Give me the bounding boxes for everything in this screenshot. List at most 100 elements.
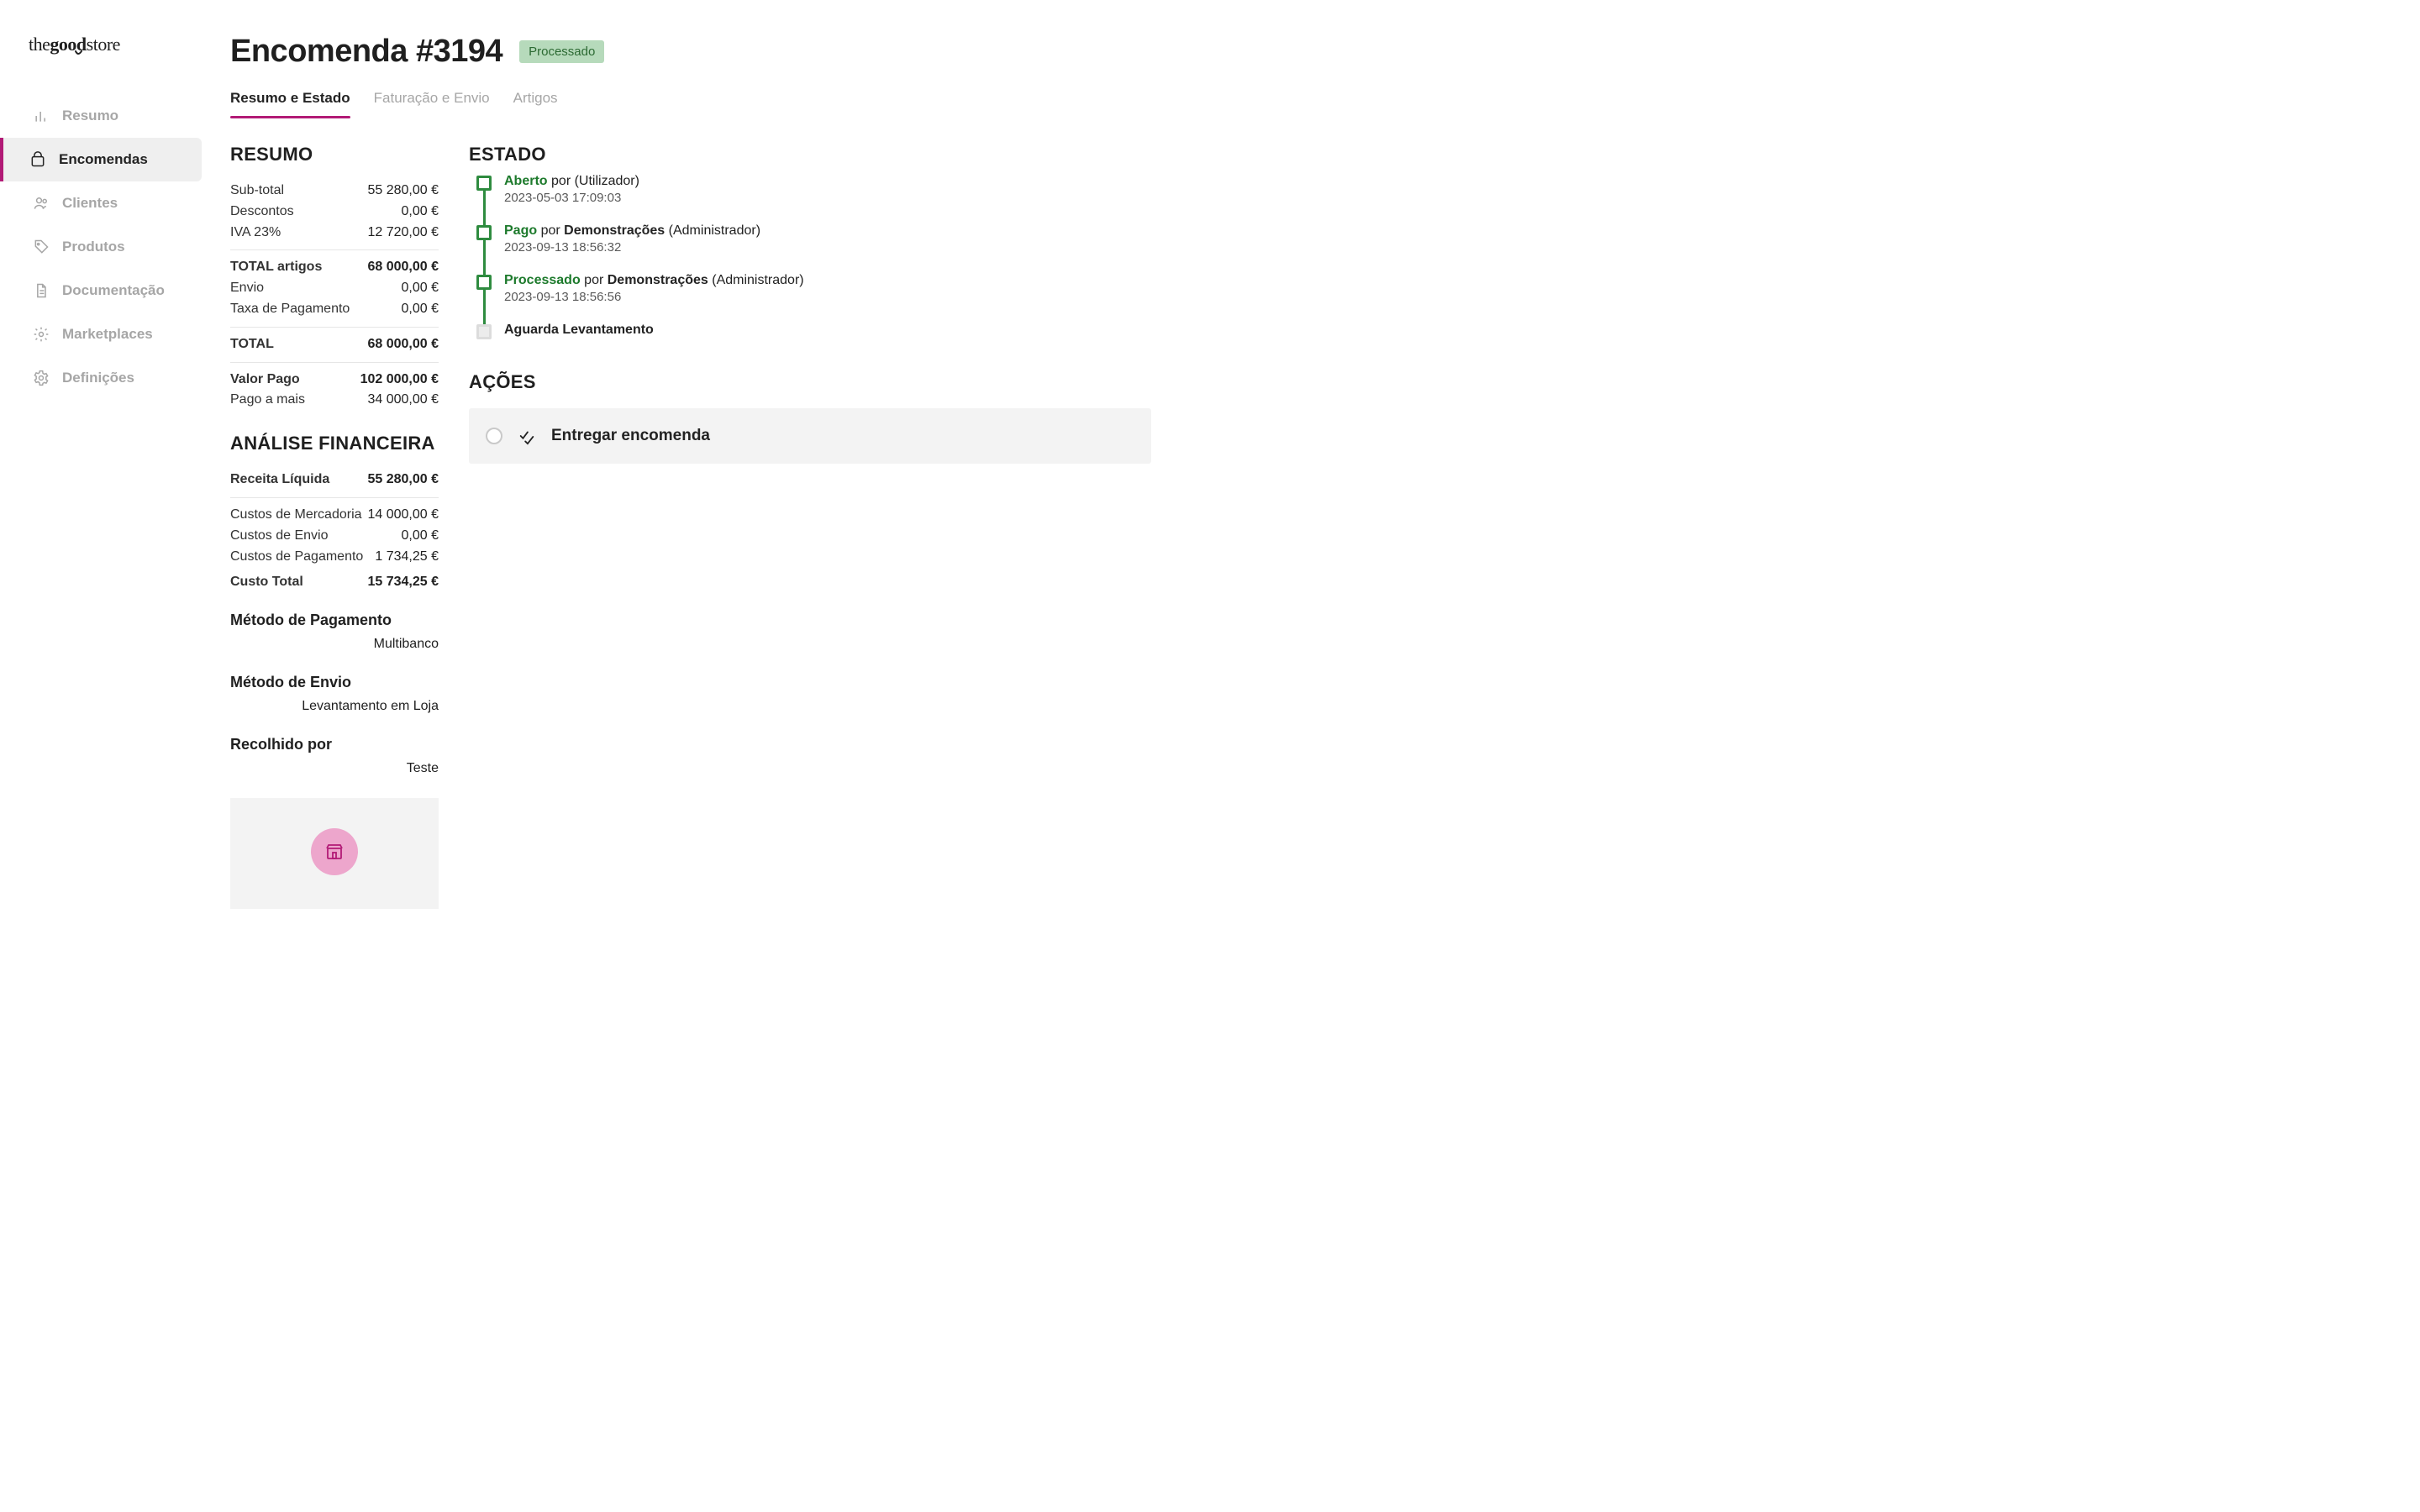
kv-label: Envio (230, 278, 264, 299)
kv-label: Sub-total (230, 181, 284, 202)
timeline-timestamp: 2023-05-03 17:09:03 (504, 191, 1151, 205)
timeline-connector (483, 191, 486, 225)
kv-value: 0,00 € (402, 278, 439, 299)
kv-value: 14 000,00 € (367, 505, 439, 526)
estado-title: ESTADO (469, 144, 1151, 165)
radio-indicator[interactable] (486, 428, 502, 444)
svg-text:thegoodstore: thegoodstore (29, 34, 120, 55)
gear-icon (32, 369, 50, 387)
status-badge: Processado (519, 40, 604, 63)
kv-row: Sub-total 55 280,00 € (230, 181, 439, 202)
timeline-timestamp: 2023-09-13 18:56:56 (504, 290, 1151, 304)
sidebar-item-label: Resumo (62, 108, 118, 124)
total-articles-label: TOTAL artigos (230, 257, 322, 278)
kv-label: Descontos (230, 202, 294, 223)
timeline-item: Processado por Demonstrações (Administra… (469, 273, 1151, 304)
sidebar-item-marketplaces[interactable]: Marketplaces (0, 312, 210, 356)
sidebar-item-label: Marketplaces (62, 326, 153, 343)
package-icon (29, 150, 47, 169)
acoes-title: AÇÕES (469, 371, 1151, 393)
total-articles-value: 68 000,00 € (367, 257, 439, 278)
total-label: TOTAL (230, 334, 274, 355)
kv-row: Custos de Mercadoria14 000,00 € (230, 505, 439, 526)
sidebar-item-documentacao[interactable]: Documentação (0, 269, 210, 312)
recolhido-value: Teste (407, 759, 439, 780)
timeline-title: Aguarda Levantamento (504, 323, 1151, 338)
timeline-item: Aguarda Levantamento (469, 323, 1151, 338)
kv-row: Custos de Pagamento 1 734,25 € (230, 547, 439, 568)
main-content: Encomenda #3194 Processado Resumo e Esta… (210, 0, 1202, 1512)
kv-value: 1 734,25 € (375, 547, 439, 568)
tab-1[interactable]: Faturação e Envio (374, 90, 490, 118)
kv-label: Taxa de Pagamento (230, 299, 350, 320)
sidebar-item-definicoes[interactable]: Definições (0, 356, 210, 400)
state-column: ESTADO Aberto por (Utilizador) 2023-05-03… (469, 144, 1151, 464)
kv-label: Custos de Mercadoria (230, 505, 362, 526)
sidebar: thegoodstore Resumo Encomendas Clientes Pro… (0, 0, 210, 1512)
state-timeline: Aberto por (Utilizador) 2023-05-03 17:09:… (469, 174, 1151, 338)
timeline-connector (483, 290, 486, 324)
recolhido-heading: Recolhido por (230, 736, 439, 753)
checklist-icon (518, 427, 536, 445)
sidebar-item-encomendas[interactable]: Encomendas (0, 138, 202, 181)
pagamento-value: Multibanco (374, 634, 439, 655)
deliver-label: Entregar encomenda (551, 427, 710, 445)
timeline-title: Pago por Demonstrações (Administrador) (504, 223, 1151, 239)
kv-value: 0,00 € (402, 299, 439, 320)
resumo-title: RESUMO (230, 144, 439, 165)
receita-value: 55 280,00 € (367, 470, 439, 491)
timeline-connector (483, 240, 486, 275)
tabs: Resumo e Estado Faturação e Envio Artigos (230, 90, 1151, 118)
store-card (230, 798, 439, 909)
kv-label: Custos de Envio (230, 526, 329, 547)
state-done-icon (476, 275, 492, 290)
kv-value: 55 280,00 € (367, 181, 439, 202)
sidebar-item-produtos[interactable]: Produtos (0, 225, 210, 269)
kv-label: Custos de Pagamento (230, 547, 363, 568)
state-done-icon (476, 176, 492, 191)
sidebar-nav: Resumo Encomendas Clientes Produtos Document… (0, 94, 210, 400)
envio-heading: Método de Envio (230, 674, 439, 691)
bar-chart-icon (32, 107, 50, 125)
sidebar-item-label: Definições (62, 370, 134, 386)
overpaid-label: Pago a mais (230, 390, 305, 411)
summary-column: RESUMO Sub-total 55 280,00 € Descontos 0,00… (230, 144, 439, 909)
sidebar-item-clientes[interactable]: Clientes (0, 181, 210, 225)
overpaid-value: 34 000,00 € (367, 390, 439, 411)
kv-row: Custos de Envio 0,00 € (230, 526, 439, 547)
kv-value: 12 720,00 € (367, 223, 439, 244)
tab-2[interactable]: Artigos (513, 90, 558, 118)
kv-value: 0,00 € (402, 202, 439, 223)
kv-label: IVA 23% (230, 223, 281, 244)
kv-value: 0,00 € (402, 526, 439, 547)
receita-label: Receita Líquida (230, 470, 329, 491)
sidebar-item-label: Encomendas (59, 151, 148, 168)
custo-total-value: 15 734,25 € (367, 572, 439, 593)
file-icon (32, 281, 50, 300)
paid-label: Valor Pago (230, 370, 300, 391)
timeline-timestamp: 2023-09-13 18:56:32 (504, 240, 1151, 255)
timeline-item: Pago por Demonstrações (Administrador)20… (469, 223, 1151, 255)
custo-total-label: Custo Total (230, 572, 303, 593)
kv-row: Taxa de Pagamento 0,00 € (230, 299, 439, 320)
state-pending-icon (476, 324, 492, 339)
paid-value: 102 000,00 € (360, 370, 439, 391)
users-icon (32, 194, 50, 213)
analise-title: ANÁLISE FINANCEIRA (230, 433, 439, 454)
tag-icon (32, 238, 50, 256)
sidebar-item-resumo[interactable]: Resumo (0, 94, 210, 138)
brand-logo: thegoodstore (0, 32, 210, 94)
total-value: 68 000,00 € (367, 334, 439, 355)
kv-row: Envio 0,00 € (230, 278, 439, 299)
kv-row: IVA 23% 12 720,00 € (230, 223, 439, 244)
sidebar-item-label: Clientes (62, 195, 118, 212)
tab-0[interactable]: Resumo e Estado (230, 90, 350, 118)
timeline-item: Aberto por (Utilizador) 2023-05-03 17:09:… (469, 174, 1151, 205)
store-icon (311, 828, 358, 875)
timeline-title: Processado por Demonstrações (Administra… (504, 273, 1151, 288)
deliver-order-action[interactable]: Entregar encomenda (469, 408, 1151, 464)
timeline-title: Aberto por (Utilizador) (504, 174, 1151, 189)
page-title: Encomenda #3194 (230, 34, 502, 70)
sidebar-item-label: Produtos (62, 239, 125, 255)
state-done-icon (476, 225, 492, 240)
